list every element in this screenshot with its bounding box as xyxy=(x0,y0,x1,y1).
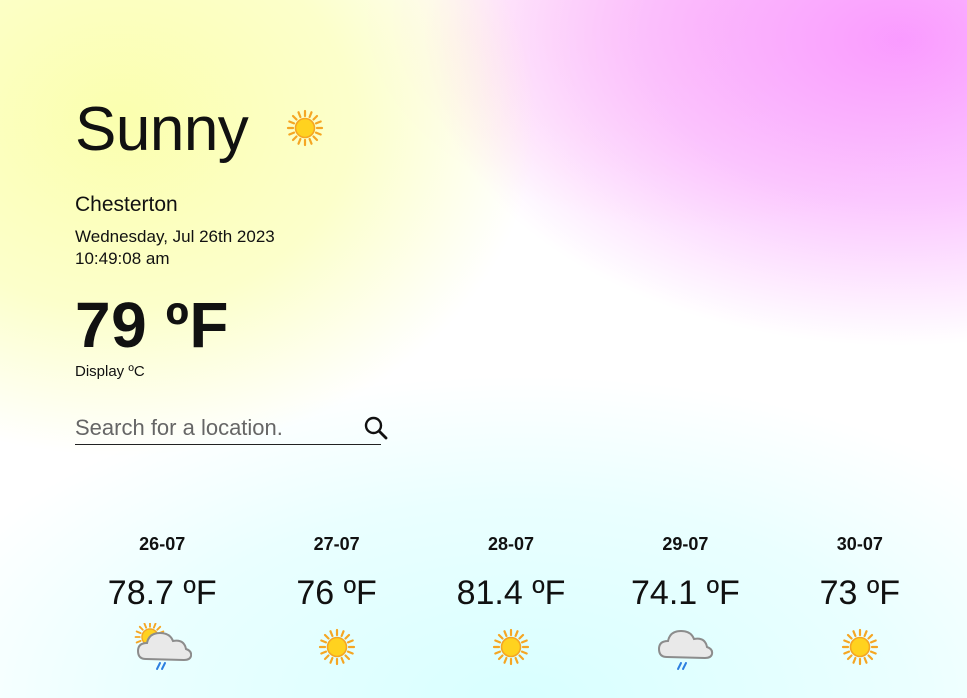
current-temperature: 79 ºF xyxy=(75,289,229,361)
search-bar xyxy=(75,412,388,445)
condition-title: Sunny xyxy=(75,95,249,164)
sun-icon xyxy=(318,628,355,666)
forecast-date: 29-07 xyxy=(662,534,709,554)
forecast-day: 28-07 81.4 ºF xyxy=(424,532,598,671)
forecast-date: 27-07 xyxy=(313,534,360,554)
search-button[interactable] xyxy=(363,414,389,442)
condition-row: Sunny xyxy=(75,92,495,168)
forecast-day: 29-07 74.1 ºF xyxy=(598,532,772,671)
sun-icon xyxy=(287,109,324,147)
sun-icon xyxy=(492,628,530,666)
forecast-temperature: 81.4 ºF xyxy=(456,574,566,612)
rain-cloud-icon xyxy=(658,630,714,670)
sun-icon xyxy=(841,628,878,666)
search-icon xyxy=(364,416,388,440)
forecast-day: 30-07 73 ºF xyxy=(773,532,947,671)
forecast-date: 28-07 xyxy=(487,534,535,554)
forecast-temperature: 78.7 ºF xyxy=(107,574,217,612)
search-input[interactable] xyxy=(75,413,363,443)
current-date: Wednesday, Jul 26th 2023 xyxy=(75,227,275,246)
forecast-temperature: 76 ºF xyxy=(296,574,377,612)
forecast-day: 26-07 78.7 ºF xyxy=(75,532,249,671)
forecast-date: 30-07 xyxy=(836,534,883,554)
forecast-temperature: 73 ºF xyxy=(819,574,901,612)
unit-toggle-button[interactable]: Display ºC xyxy=(75,362,145,382)
forecast-day: 27-07 76 ºF xyxy=(249,532,423,671)
location-name: Chesterton xyxy=(75,193,178,216)
current-time: 10:49:08 am xyxy=(75,249,170,268)
sun-behind-rain-cloud-icon xyxy=(134,623,193,670)
current-weather-panel: Sunny Chesterton Wednesday, Jul 26th 202… xyxy=(75,92,495,445)
forecast-list: 26-07 78.7 ºF 27-07 76 ºF 28-07 81.4 ºF … xyxy=(75,532,947,671)
forecast-date: 26-07 xyxy=(139,534,186,554)
forecast-temperature: 74.1 ºF xyxy=(631,574,740,612)
